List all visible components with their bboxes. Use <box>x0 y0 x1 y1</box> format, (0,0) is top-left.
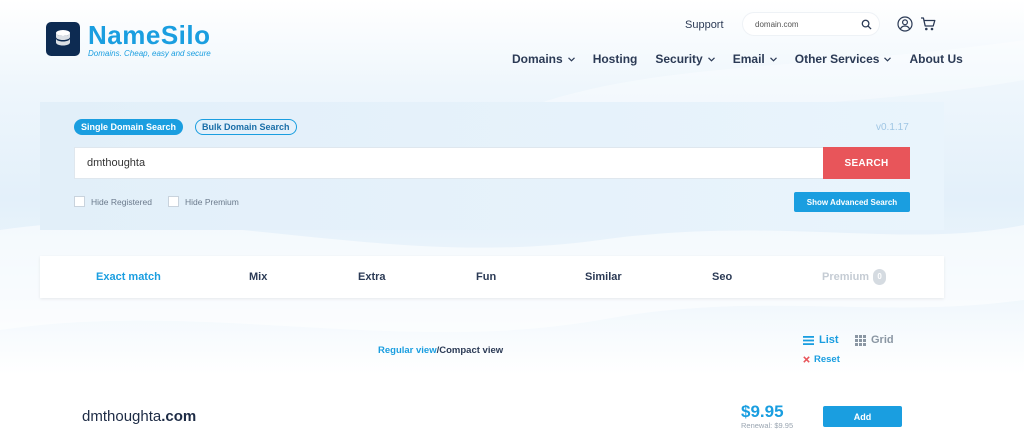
result-renewal-price: Renewal: $9.95 <box>741 421 794 430</box>
nav-email[interactable]: Email <box>733 52 777 66</box>
regular-view-link[interactable]: Regular view <box>378 345 437 356</box>
view-toggle: Regular view/Compact view <box>378 345 503 356</box>
brand-tagline: Domains. Cheap, easy and secure <box>88 49 211 58</box>
reset-label: Reset <box>814 354 840 365</box>
result-price: $9.95 <box>741 402 784 421</box>
main-nav: Domains Hosting Security Email Other Ser… <box>512 52 963 66</box>
tab-mix[interactable]: Mix <box>249 256 267 298</box>
checkbox-box[interactable] <box>168 196 179 207</box>
chevron-down-icon <box>707 56 715 62</box>
domain-search-input[interactable] <box>74 147 823 179</box>
close-icon <box>803 356 810 363</box>
result-domain-name: dmthoughta <box>82 408 162 425</box>
nav-domains[interactable]: Domains <box>512 52 575 66</box>
nav-hosting[interactable]: Hosting <box>593 52 638 66</box>
grid-label: Grid <box>871 334 894 346</box>
search-icon[interactable] <box>861 19 872 30</box>
tab-fun[interactable]: Fun <box>476 256 496 298</box>
premium-count-badge: 0 <box>873 269 887 286</box>
list-view-button[interactable]: List <box>803 334 839 346</box>
hide-registered-checkbox[interactable]: Hide Registered <box>74 196 152 207</box>
list-label: List <box>819 334 839 346</box>
grid-icon <box>855 334 866 346</box>
hide-registered-label: Hide Registered <box>91 196 152 207</box>
support-link[interactable]: Support <box>685 19 724 31</box>
result-domain: dmthoughta.com <box>82 408 196 425</box>
version-label: v0.1.17 <box>876 122 909 133</box>
tab-premium[interactable]: Premium 0 <box>822 256 887 298</box>
show-advanced-search-button[interactable]: Show Advanced Search <box>794 192 910 212</box>
tab-seo[interactable]: Seo <box>712 256 732 298</box>
brand-name: NameSilo <box>88 20 211 50</box>
reset-button[interactable]: Reset <box>803 354 840 365</box>
chevron-down-icon <box>769 56 777 62</box>
nav-security[interactable]: Security <box>655 52 715 66</box>
hide-premium-checkbox[interactable]: Hide Premium <box>168 196 239 207</box>
compact-view-link[interactable]: Compact view <box>439 345 503 356</box>
result-domain-tld: .com <box>161 408 197 425</box>
user-account-icon[interactable] <box>897 16 913 37</box>
category-tabs: Exact match Mix Extra Fun Similar Seo Pr… <box>40 256 944 298</box>
tab-bulk-domain-search[interactable]: Bulk Domain Search <box>195 119 297 135</box>
tab-premium-label: Premium <box>822 271 870 283</box>
chevron-down-icon <box>884 56 892 62</box>
tab-similar[interactable]: Similar <box>585 256 622 298</box>
tab-exact-match[interactable]: Exact match <box>96 256 161 298</box>
tab-extra[interactable]: Extra <box>358 256 386 298</box>
brand-logo[interactable]: NameSilo Domains. Cheap, easy and secure <box>46 22 211 58</box>
chevron-down-icon <box>567 56 575 62</box>
list-icon <box>803 335 814 345</box>
nav-other-services[interactable]: Other Services <box>795 52 892 66</box>
hide-premium-label: Hide Premium <box>185 196 239 207</box>
tab-single-domain-search[interactable]: Single Domain Search <box>74 119 184 135</box>
header-search-input[interactable] <box>753 18 857 30</box>
shopping-cart-icon[interactable] <box>920 16 937 37</box>
checkbox-box[interactable] <box>74 196 85 207</box>
add-to-cart-button[interactable]: Add <box>823 406 902 427</box>
logo-database-icon <box>46 22 80 56</box>
header-search <box>743 13 879 35</box>
search-button[interactable]: SEARCH <box>823 147 910 179</box>
nav-about-us[interactable]: About Us <box>909 52 962 66</box>
grid-view-button[interactable]: Grid <box>855 334 894 346</box>
